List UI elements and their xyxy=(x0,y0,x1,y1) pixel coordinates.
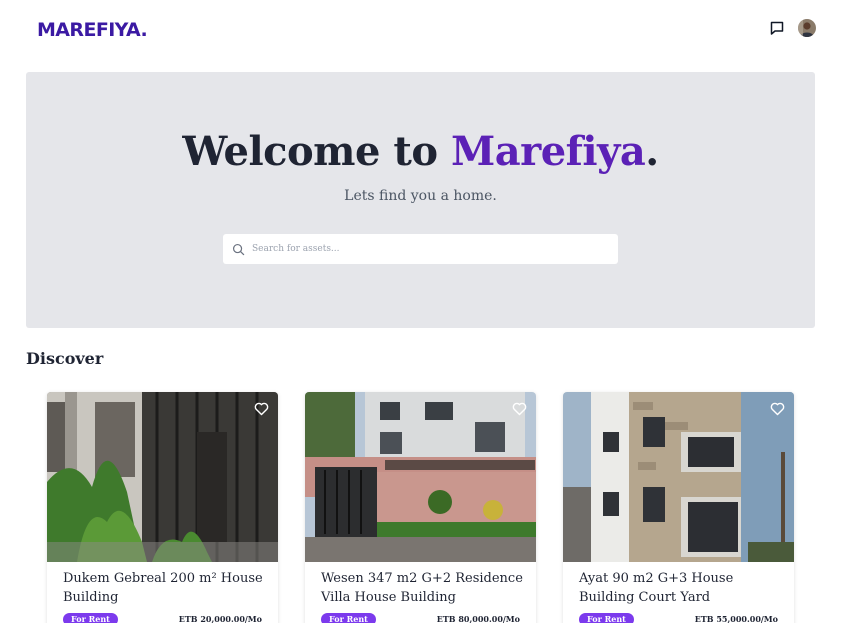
favorite-heart-icon[interactable] xyxy=(769,400,786,417)
property-title[interactable]: Ayat 90 m2 G+3 House Building Court Yard xyxy=(579,569,784,607)
rent-badge: For Rent xyxy=(321,613,376,623)
message-icon[interactable] xyxy=(769,20,785,36)
hero-banner: Welcome to Marefiya. Lets find you a hom… xyxy=(26,72,815,328)
favorite-heart-icon[interactable] xyxy=(253,400,270,417)
property-card[interactable]: Dukem Gebreal 200 m² House Building For … xyxy=(47,392,278,623)
user-avatar[interactable] xyxy=(798,19,816,37)
property-image xyxy=(305,392,536,562)
property-title[interactable]: Wesen 347 m2 G+2 Residence Villa House B… xyxy=(321,569,526,607)
property-price: ETB 20,000.00/Mo xyxy=(178,614,262,623)
search-bar[interactable] xyxy=(223,234,618,264)
hero-subtitle: Lets find you a home. xyxy=(344,188,497,204)
header-actions xyxy=(769,19,816,37)
hero-title-brand: Marefiya xyxy=(450,128,646,175)
favorite-heart-icon[interactable] xyxy=(511,400,528,417)
property-title[interactable]: Dukem Gebreal 200 m² House Building xyxy=(63,569,268,607)
logo[interactable]: MAREFIYA. xyxy=(37,19,148,41)
hero-title: Welcome to Marefiya. xyxy=(182,128,659,175)
search-icon xyxy=(232,243,245,255)
property-card[interactable]: Wesen 347 m2 G+2 Residence Villa House B… xyxy=(305,392,536,623)
property-card[interactable]: Ayat 90 m2 G+3 House Building Court Yard… xyxy=(563,392,794,623)
property-price: ETB 80,000.00/Mo xyxy=(436,614,520,623)
rent-badge: For Rent xyxy=(63,613,118,623)
rent-badge: For Rent xyxy=(579,613,634,623)
search-input[interactable] xyxy=(252,244,612,254)
discover-heading: Discover xyxy=(26,349,104,368)
property-price: ETB 55,000.00/Mo xyxy=(694,614,778,623)
property-image xyxy=(47,392,278,562)
property-image xyxy=(563,392,794,562)
